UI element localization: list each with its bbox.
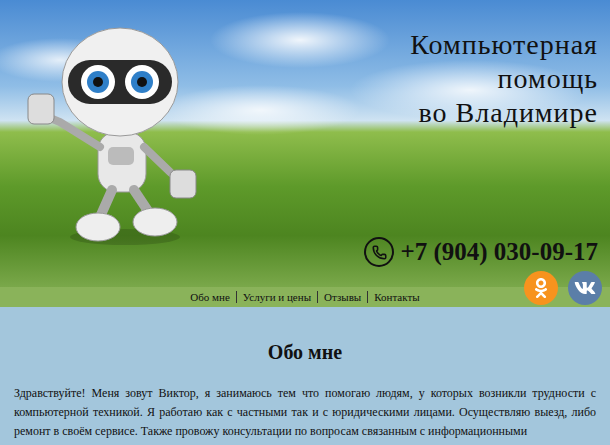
nav-link[interactable]: Обо мне: [184, 291, 236, 303]
vk-icon: [574, 277, 596, 299]
title-line: во Владимире: [419, 96, 598, 130]
site-title: Компьютернаяпомощьво Владимире: [410, 28, 598, 130]
header-info: Компьютернаяпомощьво Владимире +7 (904) 0…: [364, 22, 600, 267]
content: Обо мне Здравствуйте! Меня зовут Виктор, …: [0, 307, 610, 445]
vk-button[interactable]: [568, 271, 602, 305]
phone[interactable]: +7 (904) 030-09-17: [364, 237, 598, 267]
header: Компьютернаяпомощьво Владимире +7 (904) 0…: [0, 0, 610, 287]
phone-number[interactable]: +7 (904) 030-09-17: [400, 238, 598, 266]
nav-link[interactable]: Отзывы: [317, 291, 367, 303]
nav-bar: Обо мнеУслуги и ценыОтзывыКонтакты: [0, 287, 610, 307]
robot-illustration: [20, 22, 210, 247]
social-links: [524, 271, 602, 305]
title-line: помощь: [498, 62, 599, 96]
nav-link[interactable]: Контакты: [367, 291, 425, 303]
page: Компьютернаяпомощьво Владимире +7 (904) 0…: [0, 0, 610, 445]
section-text: Здравствуйте! Меня зовут Виктор, я заним…: [14, 384, 596, 441]
title-line: Компьютерная: [410, 28, 598, 62]
nav-link[interactable]: Услуги и цены: [236, 291, 317, 303]
section-heading: Обо мне: [14, 341, 596, 364]
robot: [20, 22, 210, 247]
odnoklassniki-icon: [531, 278, 551, 298]
phone-icon: [364, 237, 394, 267]
ok-button[interactable]: [524, 271, 558, 305]
